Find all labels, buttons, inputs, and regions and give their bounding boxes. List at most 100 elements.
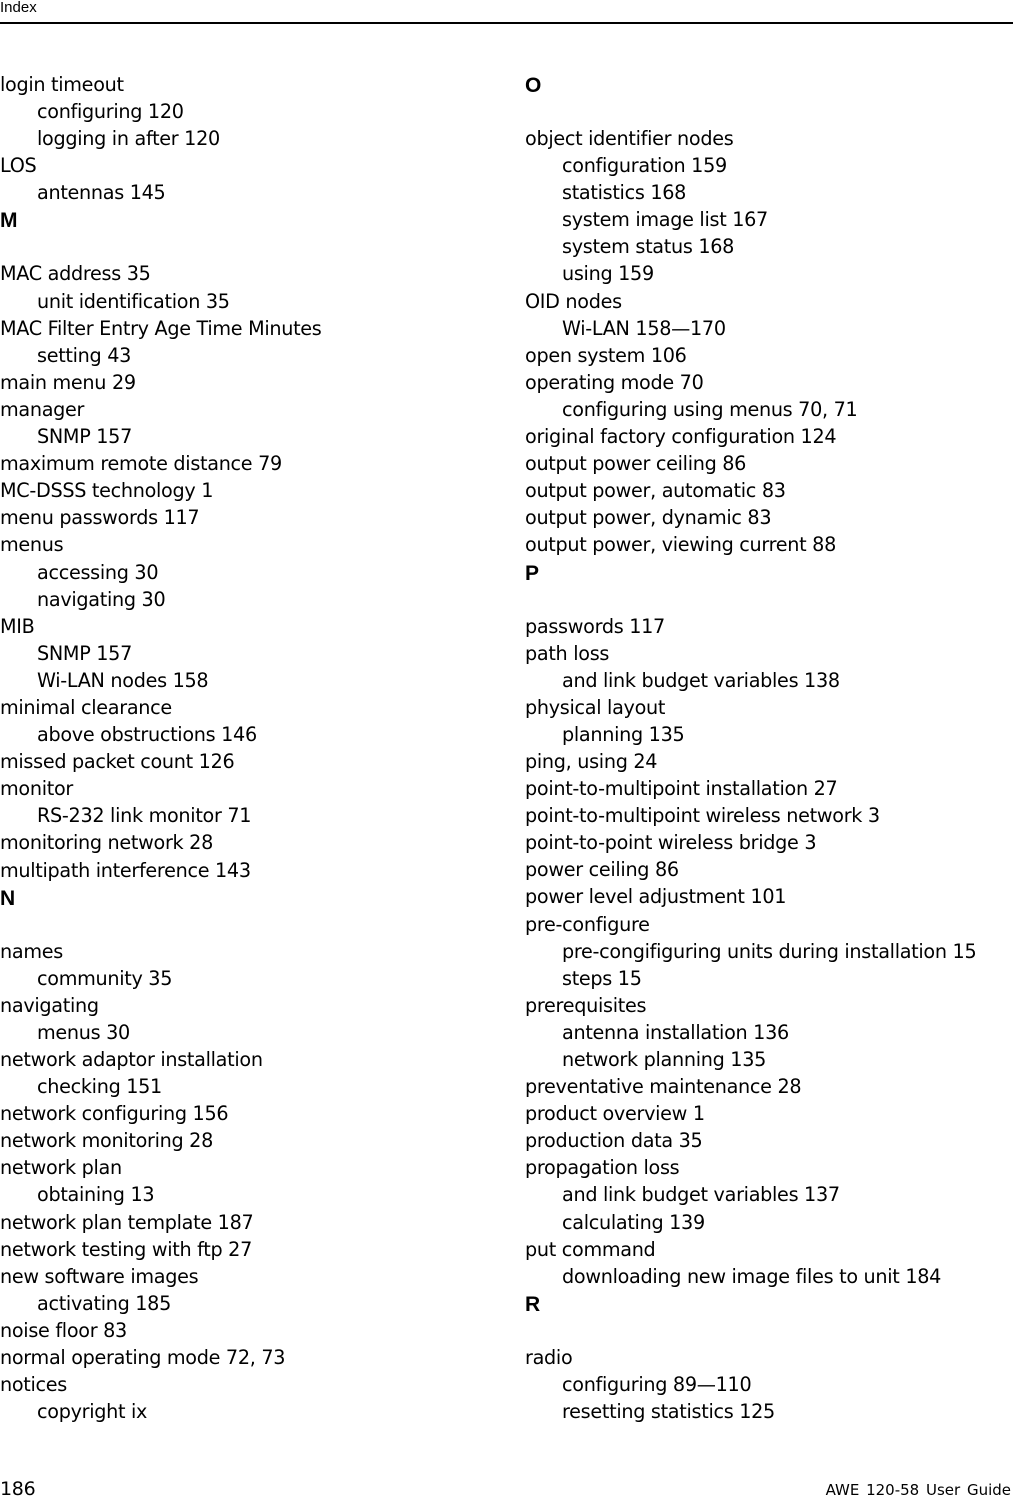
index-entry: open system 106 [525,343,687,367]
index-entry: monitor [0,777,73,801]
index-entry: original factory configuration 124 [525,425,837,449]
index-subentry: obtaining 13 [37,1183,155,1207]
index-entry: output power ceiling 86 [525,452,747,476]
page-header: Index [0,0,1013,24]
index-subentry: configuring using menus 70, 71 [562,397,858,421]
index-entry: network configuring 156 [0,1102,229,1126]
index-entry: output power, automatic 83 [525,479,786,503]
index-entry: power ceiling 86 [525,858,679,882]
index-entry: minimal clearance [0,695,172,719]
index-entry: monitoring network 28 [0,831,213,855]
index-subentry: system image list 167 [562,208,768,232]
index-subentry: checking 151 [37,1075,162,1099]
index-entry: names [0,939,63,963]
index-subentry: Wi-LAN 158—170 [562,316,726,340]
index-subentry: downloading new image files to unit 184 [562,1264,942,1288]
index-subentry: SNMP 157 [37,641,132,665]
index-entry: prerequisites [525,993,647,1017]
index-entry: MAC Filter Entry Age Time Minutes [0,316,322,340]
index-subentry: activating 185 [37,1291,171,1315]
index-entry: network plan template 187 [0,1210,254,1234]
index-letter-heading: N [0,886,15,910]
index-entry: radio [525,1345,573,1369]
index-entry: pre-configure [525,912,650,936]
index-subentry: configuring 89—110 [562,1372,752,1396]
index-entry: LOS [0,154,37,178]
index-entry: put command [525,1237,656,1261]
index-entry: propagation loss [525,1156,680,1180]
index-entry: ping, using 24 [525,749,658,773]
index-entry: product overview 1 [525,1102,705,1126]
index-subentry: menus 30 [37,1020,130,1044]
index-subentry: antennas 145 [37,181,166,205]
index-entry: normal operating mode 72, 73 [0,1346,286,1370]
index-entry: MC-DSSS technology 1 [0,479,214,503]
index-letter-heading: O [525,74,542,97]
index-subentry: resetting statistics 125 [562,1400,775,1424]
index-entry: navigating [0,993,99,1017]
index-entry: menus [0,533,64,557]
header-title: Index [0,0,37,16]
index-subentry: calculating 139 [562,1210,705,1234]
index-entry: preventative maintenance 28 [525,1075,802,1099]
index-entry: object identifier nodes [525,127,734,150]
index-subentry: RS-232 link monitor 71 [37,804,252,828]
index-entry: network monitoring 28 [0,1129,213,1153]
index-entry: menu passwords 117 [0,506,200,530]
index-subentry: setting 43 [37,343,132,367]
index-subentry: and link budget variables 137 [562,1183,840,1207]
index-subentry: pre-congifiguring units during installat… [562,939,977,963]
index-subentry: Wi-LAN nodes 158 [37,668,209,692]
index-letter-heading: P [525,561,539,585]
index-entry: network testing with ftp 27 [0,1237,252,1261]
index-subentry: unit identification 35 [37,289,230,313]
index-subentry: system status 168 [562,235,735,259]
index-subentry: community 35 [37,966,173,990]
index-entry: point-to-point wireless bridge 3 [525,831,817,855]
document-title: AWE 120-58 User Guide [825,1481,1011,1499]
index-column-left: login timeout configuring 120 logging in a… [0,71,505,1425]
index-entry: new software images [0,1264,199,1288]
index-subentry: navigating 30 [37,587,166,611]
index-subentry: above obstructions 146 [37,723,257,747]
index-entry: production data 35 [525,1129,703,1153]
index-letter-heading: M [0,209,18,233]
index-entry: multipath interference 143 [0,858,251,882]
index-entry: MAC address 35 [0,262,151,286]
index-subentry: logging in after 120 [37,127,220,151]
index-subentry: network planning 135 [562,1048,767,1071]
index-entry: network plan [0,1156,122,1180]
index-subentry: statistics 168 [562,181,687,205]
index-entry: manager [0,397,85,421]
index-entry: login timeout [0,73,124,96]
index-entry: notices [0,1373,68,1397]
index-entry: power level adjustment 101 [525,885,787,909]
index-subentry: SNMP 157 [37,425,132,449]
index-entry: output power, dynamic 83 [525,506,772,530]
index-subentry: accessing 30 [37,560,159,584]
index-entry: network adaptor installation [0,1048,263,1071]
index-entry: output power, viewing current 88 [525,533,836,557]
index-subentry: configuring 120 [37,100,184,124]
index-subentry: antenna installation 136 [562,1020,789,1044]
index-letter-heading: R [525,1292,540,1316]
index-entry: missed packet count 126 [0,750,235,774]
index-entry: maximum remote distance 79 [0,452,282,476]
index-entry: point-to-multipoint wireless network 3 [525,804,880,828]
index-entry: noise floor 83 [0,1318,127,1342]
index-entry: passwords 117 [525,614,665,638]
index-entry: point-to-multipoint installation 27 [525,777,838,801]
index-entry: MIB [0,614,35,638]
index-subentry: copyright ix [37,1400,148,1424]
index-entry: physical layout [525,695,666,719]
index-subentry: planning 135 [562,722,685,746]
index-column-right: Oobject identifier nodes configuration 15… [525,71,1013,1425]
index-entry: path loss [525,641,610,665]
index-entry: OID nodes [525,289,622,313]
index-subentry: using 159 [562,262,654,286]
index-entry: main menu 29 [0,370,136,394]
index-subentry: and link budget variables 138 [562,668,840,692]
index-entry: operating mode 70 [525,370,704,394]
index-subentry: steps 15 [562,966,642,990]
index-subentry: configuration 159 [562,154,727,178]
